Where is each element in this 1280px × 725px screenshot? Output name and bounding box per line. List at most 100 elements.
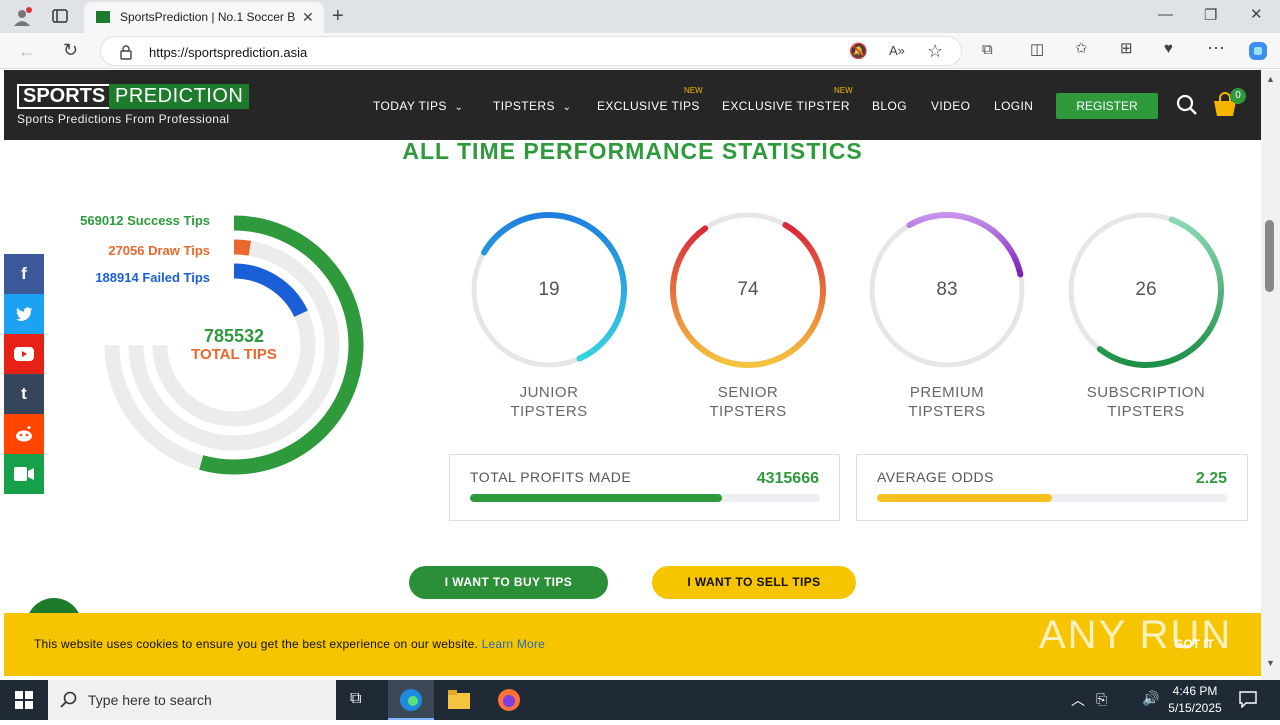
taskbar-search-placeholder: Type here to search [88,692,212,708]
new-badge: NEW [834,86,853,95]
taskbar-search-input[interactable]: Type here to search [48,680,336,720]
average-odds-value: 2.25 [1195,470,1227,487]
nav-exclusive-tips[interactable]: EXCLUSIVE TIPS [597,99,700,113]
page-scrollbar[interactable]: ▲ ▼ [1261,70,1280,680]
clock-date[interactable]: 5/15/2025 [1166,701,1224,715]
tipster-category-label[interactable]: SUBSCRIPTION TIPSTERS [1066,383,1226,421]
notifications-icon[interactable] [1239,690,1257,713]
tipster-circle-arc [906,212,1024,278]
performance-icon[interactable]: ♥ [1164,41,1173,56]
nav-login[interactable]: LOGIN [994,99,1033,113]
collections-icon[interactable]: ⊞ [1120,41,1133,56]
nav-video[interactable]: VIDEO [931,99,970,113]
stats-heading: ALL TIME PERFORMANCE STATISTICS [402,138,863,164]
register-button[interactable]: REGISTER [1056,93,1158,119]
volume-icon[interactable]: 🔊 [1142,690,1159,707]
web-page: SPORTS PREDICTION Sports Predictions Fro… [4,70,1261,680]
tumblr-icon[interactable]: t [4,374,44,414]
total-profits-value: 4315666 [756,470,819,487]
tipster-count: 19 [538,279,560,300]
tipster-count: 26 [1135,279,1157,300]
logo-sports-text: SPORTS [17,84,112,109]
tab-actions-icon[interactable] [52,8,68,27]
extensions-icon[interactable]: ⧉ [982,42,993,57]
scroll-up-icon[interactable]: ▲ [1266,74,1275,84]
nav-blog[interactable]: BLOG [872,99,907,113]
success-tips-label: 569012 Success Tips [80,213,210,228]
average-odds-label: AVERAGE ODDS [877,469,994,485]
youtube-icon[interactable] [4,334,44,374]
read-aloud-icon[interactable]: A» [889,44,905,57]
got-it-button[interactable]: GOT IT [1144,626,1244,662]
windows-taskbar: Type here to search ⧉ ︿ ⎘ 🔊 4:46 PM 5/15… [0,680,1280,720]
close-window-icon[interactable]: ✕ [1250,7,1263,22]
draw-ring-arc [233,239,252,256]
network-icon[interactable]: ⎘ [1096,691,1107,708]
cookie-banner: This website uses cookies to ensure you … [4,613,1261,676]
facebook-icon[interactable]: f [4,254,44,294]
firefox-icon[interactable] [497,688,521,717]
lock-icon[interactable] [119,44,133,63]
clock-time[interactable]: 4:46 PM [1166,684,1224,698]
failed-tips-label: 188914 Failed Tips [95,270,210,285]
tipster-count: 83 [936,279,958,300]
refresh-icon[interactable]: ↻ [63,41,78,59]
tipster-category-label[interactable]: SENIOR TIPSTERS [668,383,828,421]
close-tab-icon[interactable]: ✕ [302,10,314,24]
minimize-icon[interactable]: — [1158,7,1173,22]
scroll-thumb[interactable] [1265,220,1274,292]
favorites-icon[interactable]: ✩ [1075,41,1088,56]
cookie-text: This website uses cookies to ensure you … [34,637,545,651]
site-header: SPORTS PREDICTION Sports Predictions Fro… [4,70,1261,140]
new-tab-icon[interactable]: + [332,6,344,26]
restore-icon[interactable]: ❐ [1204,8,1217,23]
average-odds-progress [877,494,1227,502]
buy-tips-button[interactable]: I WANT TO BUY TIPS [409,566,608,599]
search-icon [60,691,78,714]
edge-taskbar-icon[interactable] [388,680,434,720]
split-screen-icon[interactable]: ◫ [1030,42,1044,57]
chevron-down-icon: ⌄ [454,102,464,113]
total-profits-box: TOTAL PROFITS MADE 4315666 [449,454,840,521]
tipster-category-label[interactable]: PREMIUM TIPSTERS [867,383,1027,421]
video-icon[interactable] [4,454,44,494]
tab-title: SportsPrediction | No.1 Soccer Be [120,10,295,24]
file-explorer-icon[interactable] [448,690,470,715]
logo-tagline: Sports Predictions From Professional [17,112,230,126]
total-tips-value: 785532 [203,326,265,346]
total-profits-label: TOTAL PROFITS MADE [470,469,632,485]
total-profits-progress [470,494,820,502]
tipster-category-label[interactable]: JUNIOR TIPSTERS [469,383,629,421]
nav-tipsters[interactable]: TIPSTERS ⌄ [493,99,571,113]
draw-tips-label: 27056 Draw Tips [108,243,210,258]
url-input[interactable]: https://sportsprediction.asia 🔕 A» ☆ [100,36,962,66]
cart-count-badge: 0 [1230,88,1246,104]
reddit-icon[interactable] [4,414,44,454]
chevron-down-icon: ⌄ [562,102,572,113]
favorite-star-icon[interactable]: ☆ [927,42,943,60]
sell-tips-button[interactable]: I WANT TO SELL TIPS [652,566,856,599]
browser-tab-active[interactable]: SportsPrediction | No.1 Soccer Be ✕ [84,2,324,33]
notification-blocked-icon[interactable]: 🔕 [849,44,868,59]
browser-address-bar: ← ↻ https://sportsprediction.asia 🔕 A» ☆… [0,33,1280,69]
search-icon[interactable] [1176,94,1198,121]
copilot-icon[interactable] [1247,40,1269,65]
profile-icon[interactable] [12,7,32,30]
scroll-down-icon[interactable]: ▼ [1266,658,1275,668]
average-odds-box: AVERAGE ODDS 2.25 [856,454,1248,521]
back-icon[interactable]: ← [18,42,36,60]
total-tips-label: TOTAL TIPS [191,346,277,363]
learn-more-link[interactable]: Learn More [482,637,545,651]
task-view-icon[interactable]: ⧉ [350,690,361,708]
windows-start-icon[interactable] [15,691,33,714]
logo-prediction-text: PREDICTION [109,84,250,109]
browser-tab-bar: SportsPrediction | No.1 Soccer Be ✕ + — … [0,0,1280,33]
site-favicon-icon [96,11,110,23]
nav-today-tips[interactable]: TODAY TIPS ⌄ [373,99,463,113]
nav-exclusive-tipster[interactable]: EXCLUSIVE TIPSTER [722,99,850,113]
new-badge: NEW [684,86,703,95]
more-menu-icon[interactable]: ⋯ [1207,39,1225,57]
twitter-icon[interactable] [4,294,44,334]
show-hidden-icons-icon[interactable]: ︿ [1071,690,1085,710]
tipster-count: 74 [737,279,759,300]
